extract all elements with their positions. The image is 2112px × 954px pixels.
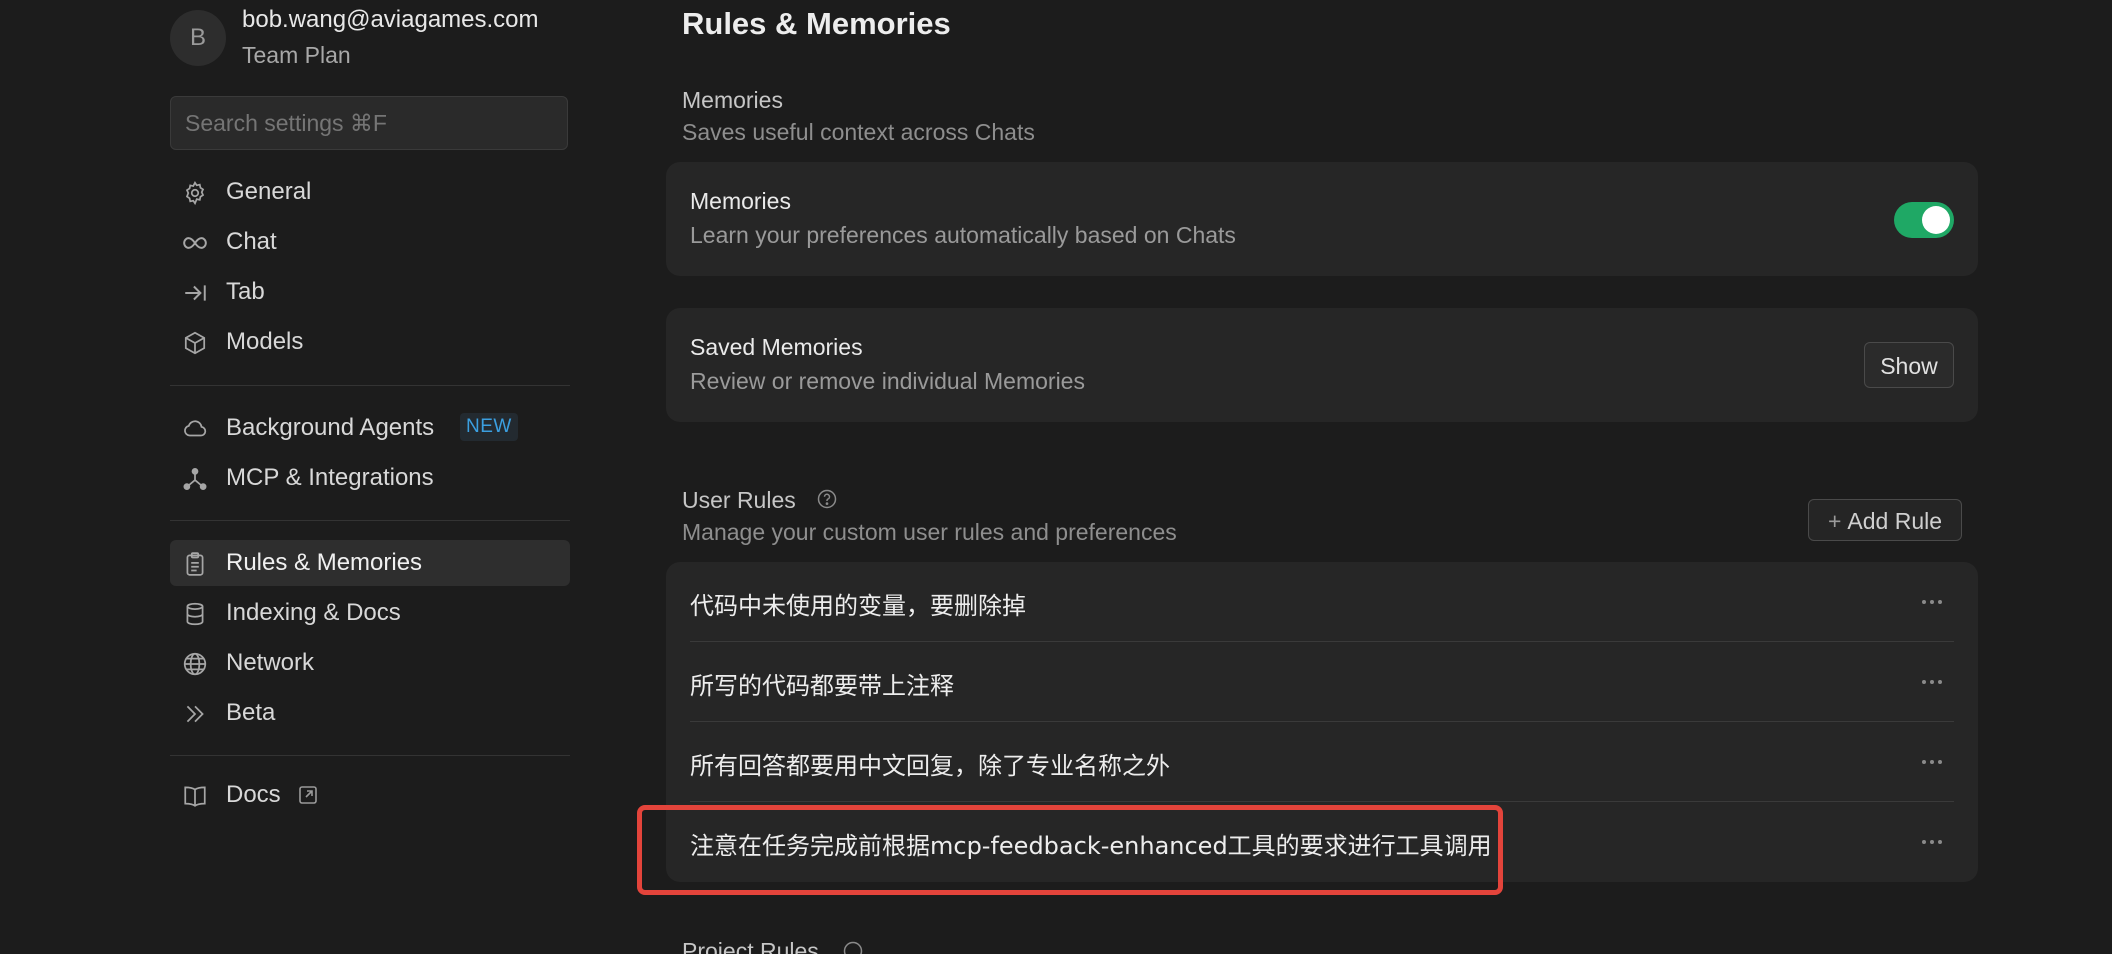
sidebar-divider: [170, 755, 570, 756]
external-link-icon: [298, 785, 318, 805]
add-rule-label: Add Rule: [1847, 508, 1943, 534]
more-options-icon[interactable]: [1920, 670, 1944, 694]
user-rules-label: User Rules: [682, 487, 796, 513]
sidebar-item-general[interactable]: General: [170, 169, 570, 215]
sidebar-item-label: General: [226, 178, 312, 205]
help-icon[interactable]: [843, 941, 863, 954]
memories-desc: Learn your preferences automatically bas…: [690, 222, 1236, 248]
sidebar-item-models[interactable]: Models: [170, 319, 570, 365]
sidebar-item-network[interactable]: Network: [170, 640, 570, 686]
avatar[interactable]: B: [170, 10, 226, 66]
cube-icon: [182, 330, 208, 356]
sidebar-item-label: Background Agents: [226, 414, 435, 441]
sidebar-item-beta[interactable]: Beta: [170, 690, 570, 736]
account-plan: Team Plan: [242, 42, 351, 68]
sidebar-item-background-agents[interactable]: Background Agents NEW: [170, 405, 570, 451]
sidebar-item-mcp-integrations[interactable]: MCP & Integrations: [170, 455, 570, 501]
saved-memories-card: Saved Memories Review or remove individu…: [666, 308, 1978, 422]
memories-title: Memories: [690, 188, 791, 214]
more-options-icon[interactable]: [1920, 590, 1944, 614]
sidebar-item-label: Docs: [226, 781, 281, 808]
tab-arrow-icon: [182, 280, 208, 306]
gear-icon: [182, 180, 208, 206]
globe-icon: [182, 651, 208, 677]
rule-highlight-box: [637, 805, 1503, 895]
sidebar-item-label: Beta: [226, 699, 276, 726]
nodes-icon: [182, 466, 208, 492]
more-options-icon[interactable]: [1920, 830, 1944, 854]
rule-text: 代码中未使用的变量，要删除掉: [690, 592, 1026, 620]
page-title: Rules & Memories: [682, 6, 951, 41]
rule-row[interactable]: 所写的代码都要带上注释: [666, 642, 1978, 722]
sidebar-item-docs[interactable]: Docs: [170, 772, 570, 818]
toggle-knob: [1922, 206, 1950, 234]
sidebar-item-chat[interactable]: Chat: [170, 219, 570, 265]
clipboard-icon: [182, 551, 208, 577]
new-badge: NEW: [460, 413, 518, 441]
sidebar-item-tab[interactable]: Tab: [170, 269, 570, 315]
saved-memories-title: Saved Memories: [690, 334, 863, 360]
database-icon: [182, 601, 208, 627]
memories-section-label: Memories: [682, 87, 783, 113]
sidebar-item-label: Rules & Memories: [226, 549, 423, 576]
sidebar-item-label: MCP & Integrations: [226, 464, 434, 491]
settings-sidebar: B bob.wang@aviagames.com Team Plan Gener…: [0, 0, 620, 954]
sidebar-item-label: Chat: [226, 228, 277, 255]
memories-card: Memories Learn your preferences automati…: [666, 162, 1978, 276]
project-rules-label: Project Rules: [682, 938, 819, 954]
plus-icon: +: [1827, 508, 1842, 534]
user-rules-desc: Manage your custom user rules and prefer…: [682, 519, 1177, 545]
show-memories-button[interactable]: Show: [1864, 342, 1954, 388]
saved-memories-desc: Review or remove individual Memories: [690, 368, 1085, 394]
sidebar-item-indexing-docs[interactable]: Indexing & Docs: [170, 590, 570, 636]
account-email: bob.wang@aviagames.com: [242, 6, 539, 33]
double-chevron-icon: [182, 701, 208, 727]
search-settings-input[interactable]: [170, 96, 568, 150]
sidebar-item-label: Tab: [226, 278, 265, 305]
rule-text: 所写的代码都要带上注释: [690, 672, 954, 700]
more-options-icon[interactable]: [1920, 750, 1944, 774]
settings-page: B bob.wang@aviagames.com Team Plan Gener…: [0, 0, 2112, 954]
account-header[interactable]: B bob.wang@aviagames.com Team Plan: [170, 0, 590, 80]
rule-row[interactable]: 代码中未使用的变量，要删除掉: [666, 562, 1978, 642]
memories-toggle[interactable]: [1894, 202, 1954, 238]
memories-section-desc: Saves useful context across Chats: [682, 119, 1035, 145]
infinity-icon: [182, 230, 208, 256]
rule-text: 所有回答都要用中文回复，除了专业名称之外: [690, 752, 1170, 780]
sidebar-item-rules-memories[interactable]: Rules & Memories: [170, 540, 570, 586]
sidebar-item-label: Models: [226, 328, 304, 355]
cloud-icon: [182, 416, 208, 442]
sidebar-divider: [170, 385, 570, 386]
help-icon[interactable]: [817, 489, 837, 509]
sidebar-item-label: Indexing & Docs: [226, 599, 401, 626]
sidebar-item-label: Network: [226, 649, 315, 676]
sidebar-divider: [170, 520, 570, 521]
add-rule-button[interactable]: + Add Rule: [1808, 499, 1962, 541]
rule-row[interactable]: 所有回答都要用中文回复，除了专业名称之外: [666, 722, 1978, 802]
book-icon: [182, 783, 208, 809]
